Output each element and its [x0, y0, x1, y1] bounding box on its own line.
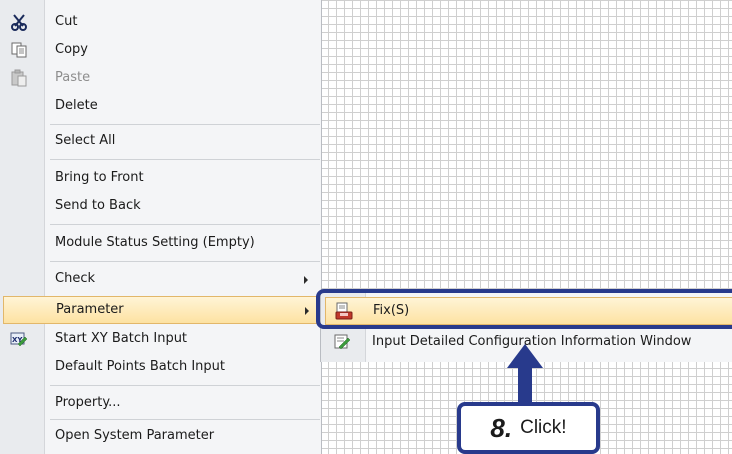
menu-item-label: Send to Back — [55, 198, 141, 213]
paste-icon — [10, 69, 28, 87]
menu-item-label: Paste — [55, 70, 91, 85]
menu-separator — [50, 419, 320, 420]
menu-item-parameter[interactable]: Parameter — [3, 296, 319, 324]
submenu-arrow-icon — [304, 276, 308, 284]
menu-separator — [50, 224, 320, 225]
menu-item-label: Delete — [55, 98, 98, 113]
menu-separator — [50, 261, 320, 262]
menu-item-label: Open System Parameter — [55, 428, 215, 443]
menu-item-open-system-parameter[interactable]: Open System Parameter — [0, 422, 321, 450]
menu-item-label: Parameter — [56, 302, 124, 317]
menu-item-label: Property... — [55, 395, 121, 410]
menu-item-label: Cut — [55, 14, 78, 29]
step-number: 8. — [490, 412, 513, 443]
xy-batch-icon: XY — [10, 330, 28, 348]
menu-item-delete[interactable]: Delete — [0, 92, 321, 120]
context-menu: Cut Copy Paste Delete Select All Bring t… — [0, 0, 322, 454]
menu-item-copy[interactable]: Copy — [0, 36, 321, 64]
menu-item-cut[interactable]: Cut — [0, 8, 321, 36]
menu-separator — [50, 124, 320, 125]
menu-item-property[interactable]: Property... — [0, 389, 321, 417]
scissors-icon — [10, 13, 28, 31]
menu-item-default-points-batch-input[interactable]: Default Points Batch Input — [0, 353, 321, 381]
menu-item-bring-to-front[interactable]: Bring to Front — [0, 164, 321, 192]
submenu-arrow-icon — [305, 307, 309, 315]
menu-item-start-xy-batch-input[interactable]: XY Start XY Batch Input — [0, 325, 321, 353]
menu-item-label: Select All — [55, 133, 116, 148]
callout-arrow-stem — [518, 366, 532, 406]
menu-separator — [50, 385, 320, 386]
menu-item-module-status-setting[interactable]: Module Status Setting (Empty) — [0, 229, 321, 257]
edit-window-icon — [334, 333, 352, 351]
menu-item-label: Module Status Setting (Empty) — [55, 235, 255, 250]
menu-item-paste[interactable]: Paste — [0, 64, 321, 92]
menu-separator — [50, 159, 320, 160]
menu-item-label: Bring to Front — [55, 170, 144, 185]
callout-arrow-up-icon — [507, 344, 543, 368]
step-callout: 8. Click! — [457, 402, 600, 454]
copy-icon — [10, 41, 28, 59]
menu-item-label: Check — [55, 271, 95, 286]
menu-item-select-all[interactable]: Select All — [0, 127, 321, 155]
menu-item-label: Default Points Batch Input — [55, 359, 225, 374]
menu-item-label: Start XY Batch Input — [55, 331, 188, 346]
menu-item-check[interactable]: Check — [0, 265, 321, 293]
highlight-frame — [316, 289, 732, 329]
step-instruction: Click! — [520, 417, 567, 438]
menu-item-label: Copy — [55, 42, 88, 57]
menu-item-send-to-back[interactable]: Send to Back — [0, 192, 321, 220]
